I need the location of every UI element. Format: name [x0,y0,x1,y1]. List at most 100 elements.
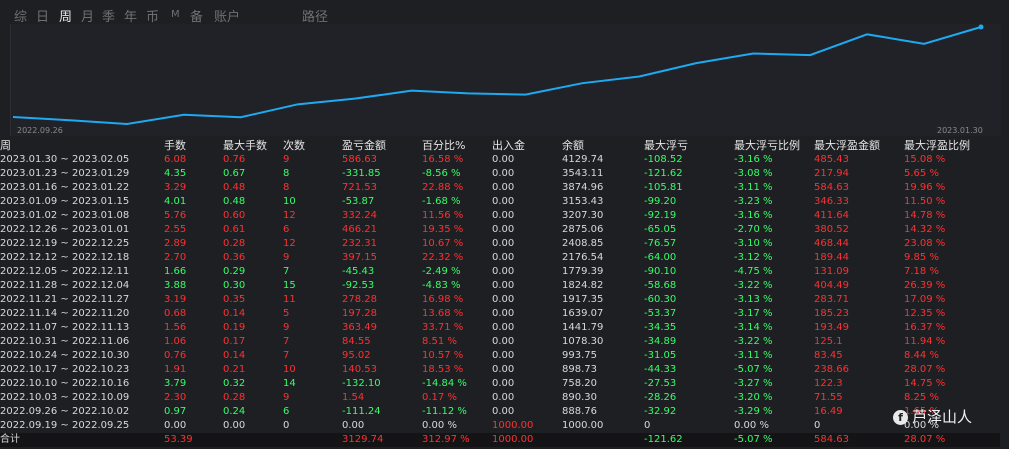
table-cell: -92.53 [342,280,375,291]
table-cell: 2.70 [164,252,187,263]
table-cell: -3.08 % [734,168,773,179]
table-cell: 95.02 [342,350,371,361]
table-cell: 332.24 [342,210,377,221]
table-row: 2022.12.19 ~ 2022.12.25 2.89 0.28 12 232.31 1… [0,237,1000,251]
balance-line-chart [12,24,984,126]
table-cell: 0.00 % [422,420,457,431]
table-cell: 26.39 % [904,280,946,291]
table-cell: 404.49 [814,280,849,291]
table-cell: 14.32 % [904,224,946,235]
table-cell: 0.19 [223,322,246,333]
table-cell: -11.12 % [422,406,467,417]
table-cell: 28.07 % [904,433,1000,447]
table-cell: 125.1 [814,336,843,347]
tab-day[interactable]: 日 [36,6,49,25]
table-cell: 1.54 [342,392,365,403]
table-cell: -34.89 [644,336,677,347]
table-cell: 11.56 % [422,210,464,221]
header-max-profit-ratio[interactable]: 最大浮盈比例 [904,139,1000,153]
table-cell: 1639.07 [562,308,604,319]
header-max-profit[interactable]: 最大浮盈金额 [814,139,904,153]
table-cell: 2022.10.03 ~ 2022.10.09 [0,392,130,403]
table-cell: 22.88 % [422,182,464,193]
table-cell: -92.19 [644,210,677,221]
table-cell: 2022.11.14 ~ 2022.11.20 [0,308,130,319]
table-row: 2022.10.17 ~ 2022.10.23 1.91 0.21 10 140.53 1… [0,363,1000,377]
tab-quarter[interactable]: 季 [102,6,115,25]
table-cell: 346.33 [814,196,849,207]
tab-note[interactable]: 备 [190,6,203,25]
table-cell: -2.70 % [734,224,773,235]
table-cell: 0.35 [223,294,246,305]
table-cell: 2.55 [164,224,187,235]
header-trades[interactable]: 次数 [283,139,342,153]
table-cell: 0.00 [492,364,515,375]
table-cell: 0 [814,420,821,431]
table-cell: 584.63 [814,182,849,193]
header-percent[interactable]: 百分比% [422,139,492,153]
header-max-drawdown[interactable]: 最大浮亏 [644,139,734,153]
table-cell: 411.64 [814,210,849,221]
table-cell: 0.97 [164,406,187,417]
header-pnl[interactable]: 盈亏金额 [342,139,422,153]
table-cell: 0.48 [223,182,246,193]
table-cell: 0.36 [223,252,246,263]
header-max-drawdown-ratio[interactable]: 最大浮亏比例 [734,139,814,153]
tab-path[interactable]: 路径 [302,6,328,25]
table-cell: 1.56 [164,322,187,333]
table-cell: 14.78 % [904,210,946,221]
header-balance[interactable]: 余额 [562,139,644,153]
table-cell: 2022.11.07 ~ 2022.11.13 [0,322,130,333]
table-cell: 485.43 [814,154,849,165]
table-cell: -3.22 % [734,336,773,347]
table-cell: 2022.11.21 ~ 2022.11.27 [0,294,130,305]
table-row: 2022.10.10 ~ 2022.10.16 3.79 0.32 14 -132.10… [0,377,1000,391]
table-cell: -5.07 % [734,433,814,447]
tab-month[interactable]: 月 [81,6,94,25]
table-cell: 1000.00 [492,420,534,431]
table-cell: 0.00 [492,308,515,319]
table-cell: 217.94 [814,168,849,179]
table-cell: 2022.12.19 ~ 2022.12.25 [0,238,130,249]
table-cell: 0.00 [492,238,515,249]
tab-bar: 综 日 周 月 季 年 币 M 备 账户 路径 [0,0,1009,25]
tab-currency[interactable]: 币 [146,6,159,25]
header-lots[interactable]: 手数 [164,139,223,153]
table-cell: 0.14 [223,350,246,361]
header-max-lots[interactable]: 最大手数 [223,139,283,153]
header-deposit[interactable]: 出入金 [492,139,562,153]
table-cell: -99.20 [644,196,677,207]
table-cell: -76.57 [644,238,677,249]
table-cell: -3.20 % [734,392,773,403]
table-cell: 合计 [0,433,164,447]
tab-account[interactable]: 账户 [214,6,240,25]
table-cell: 10.67 % [422,238,464,249]
tab-summary[interactable]: 综 [14,6,27,25]
header-week[interactable]: 周 [0,139,164,153]
table-row: 2023.01.16 ~ 2023.01.22 3.29 0.48 8 721.53 22… [0,181,1000,195]
table-row: 2022.11.07 ~ 2022.11.13 1.56 0.19 9 363.49 33… [0,321,1000,335]
table-cell: 1000.00 [562,420,604,431]
tab-year[interactable]: 年 [124,6,137,25]
table-cell: 2023.01.02 ~ 2023.01.08 [0,210,130,221]
chart-x-end-label: 2023.01.30 [937,126,983,135]
table-cell: -14.84 % [422,378,467,389]
table-cell: -121.62 [644,168,683,179]
table-cell: 2408.85 [562,238,604,249]
table-row: 2022.10.31 ~ 2022.11.06 1.06 0.17 7 84.55 8.5… [0,335,1000,349]
table-row: 2022.11.14 ~ 2022.11.20 0.68 0.14 5 197.28 13… [0,307,1000,321]
tab-m[interactable]: M [171,9,180,20]
table-cell: -121.62 [644,433,734,447]
table-cell: -3.23 % [734,196,773,207]
table-cell: -28.26 [644,392,677,403]
table-cell: 586.63 [342,154,377,165]
table-cell: 1.66 [164,266,187,277]
table-cell: 131.09 [814,266,849,277]
table-cell: 0.14 [223,308,246,319]
tab-week[interactable]: 周 [59,6,72,25]
table-cell: 7.18 % [904,266,939,277]
total-row: 合计 53.39 3129.74 312.97 % 1000.00 -121.62 -5.0… [0,433,1000,447]
table-row: 2022.09.19 ~ 2022.09.25 0.00 0.00 0 0.00 0.00… [0,419,1000,433]
table-cell: -8.56 % [422,168,461,179]
balance-chart [10,24,1001,136]
